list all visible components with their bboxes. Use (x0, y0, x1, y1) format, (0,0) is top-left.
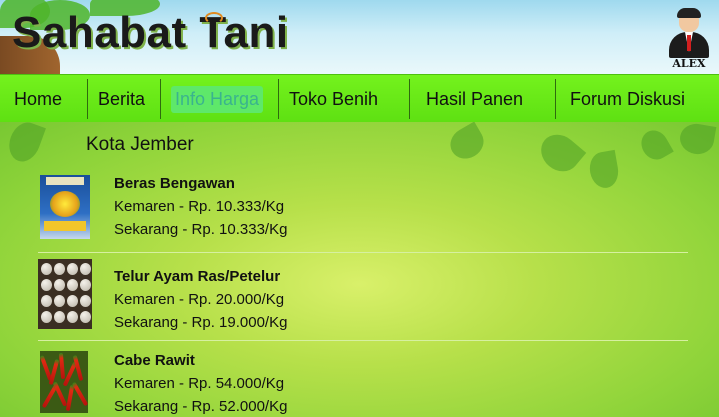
egg (54, 279, 65, 291)
pepper (71, 381, 88, 407)
egg (41, 295, 52, 307)
nav-item-label: Berita (98, 88, 146, 109)
background-leaf (636, 125, 674, 165)
nav-item-info-harga[interactable]: Info Harga (161, 79, 279, 119)
egg (80, 295, 91, 307)
product-name: Beras Bengawan (114, 175, 235, 192)
logo-swirl-icon (205, 12, 223, 24)
background-leaf (533, 127, 587, 179)
price-content: Kota Jember Beras Bengawan Kemaren - Rp.… (0, 122, 719, 417)
nav-item-label: Toko Benih (289, 88, 379, 109)
price-today: Sekarang - Rp. 52.000/Kg (114, 398, 288, 415)
nav-item-label: Forum Diskusi (570, 88, 686, 109)
product-divider (38, 252, 688, 253)
product-item[interactable]: Telur Ayam Ras/Petelur Kemaren - Rp. 20.… (38, 259, 688, 341)
rice-bag-image (40, 175, 90, 239)
egg (80, 263, 91, 275)
eggs-image (38, 259, 92, 329)
egg (67, 279, 78, 291)
pepper (65, 384, 75, 412)
nav-item-berita[interactable]: Berita (88, 79, 161, 119)
background-leaf (444, 122, 490, 165)
egg (80, 311, 91, 323)
user-avatar[interactable]: ALEX (667, 8, 711, 70)
site-logo-title[interactable]: Sahabat Tani (12, 8, 289, 58)
egg (67, 311, 78, 323)
egg (67, 295, 78, 307)
city-heading: Kota Jember (86, 134, 194, 155)
chili-image (40, 351, 88, 413)
price-yesterday: Kemaren - Rp. 10.333/Kg (114, 198, 285, 215)
price-yesterday: Kemaren - Rp. 20.000/Kg (114, 291, 285, 308)
rice-bag-label (46, 177, 84, 185)
price-today: Sekarang - Rp. 10.333/Kg (114, 221, 288, 238)
egg (80, 279, 91, 291)
egg (41, 263, 52, 275)
nav-item-forum-diskusi[interactable]: Forum Diskusi (556, 79, 719, 119)
rice-bag-logo (50, 191, 80, 217)
nav-item-label: Home (14, 88, 63, 109)
nav-item-toko-benih[interactable]: Toko Benih (279, 79, 410, 119)
egg (67, 263, 78, 275)
background-leaf (4, 122, 46, 166)
rice-bag-band (44, 221, 86, 231)
nav-item-label: Hasil Panen (426, 88, 524, 109)
avatar-tie (687, 35, 691, 51)
background-leaf (677, 122, 717, 157)
product-item[interactable]: Cabe Rawit Kemaren - Rp. 54.000/Kg Sekar… (38, 351, 688, 417)
nav-item-home[interactable]: Home (0, 79, 88, 119)
egg (54, 263, 65, 275)
egg (41, 279, 52, 291)
nav-item-hasil-panen[interactable]: Hasil Panen (410, 79, 556, 119)
main-nav: Home Berita Info Harga Toko Benih Hasil … (0, 74, 719, 123)
site-header: Sahabat Tani ALEX (0, 0, 719, 74)
user-name: ALEX (672, 57, 706, 70)
product-divider (38, 340, 688, 341)
avatar-hair (677, 8, 701, 18)
pepper (58, 352, 66, 380)
nav-item-label: Info Harga (171, 85, 264, 113)
egg (41, 311, 52, 323)
price-yesterday: Kemaren - Rp. 54.000/Kg (114, 375, 285, 392)
egg (54, 295, 65, 307)
price-today: Sekarang - Rp. 19.000/Kg (114, 314, 288, 331)
product-item[interactable]: Beras Bengawan Kemaren - Rp. 10.333/Kg S… (38, 175, 688, 253)
product-name: Cabe Rawit (114, 352, 195, 369)
product-name: Telur Ayam Ras/Petelur (114, 268, 281, 285)
egg (54, 311, 65, 323)
